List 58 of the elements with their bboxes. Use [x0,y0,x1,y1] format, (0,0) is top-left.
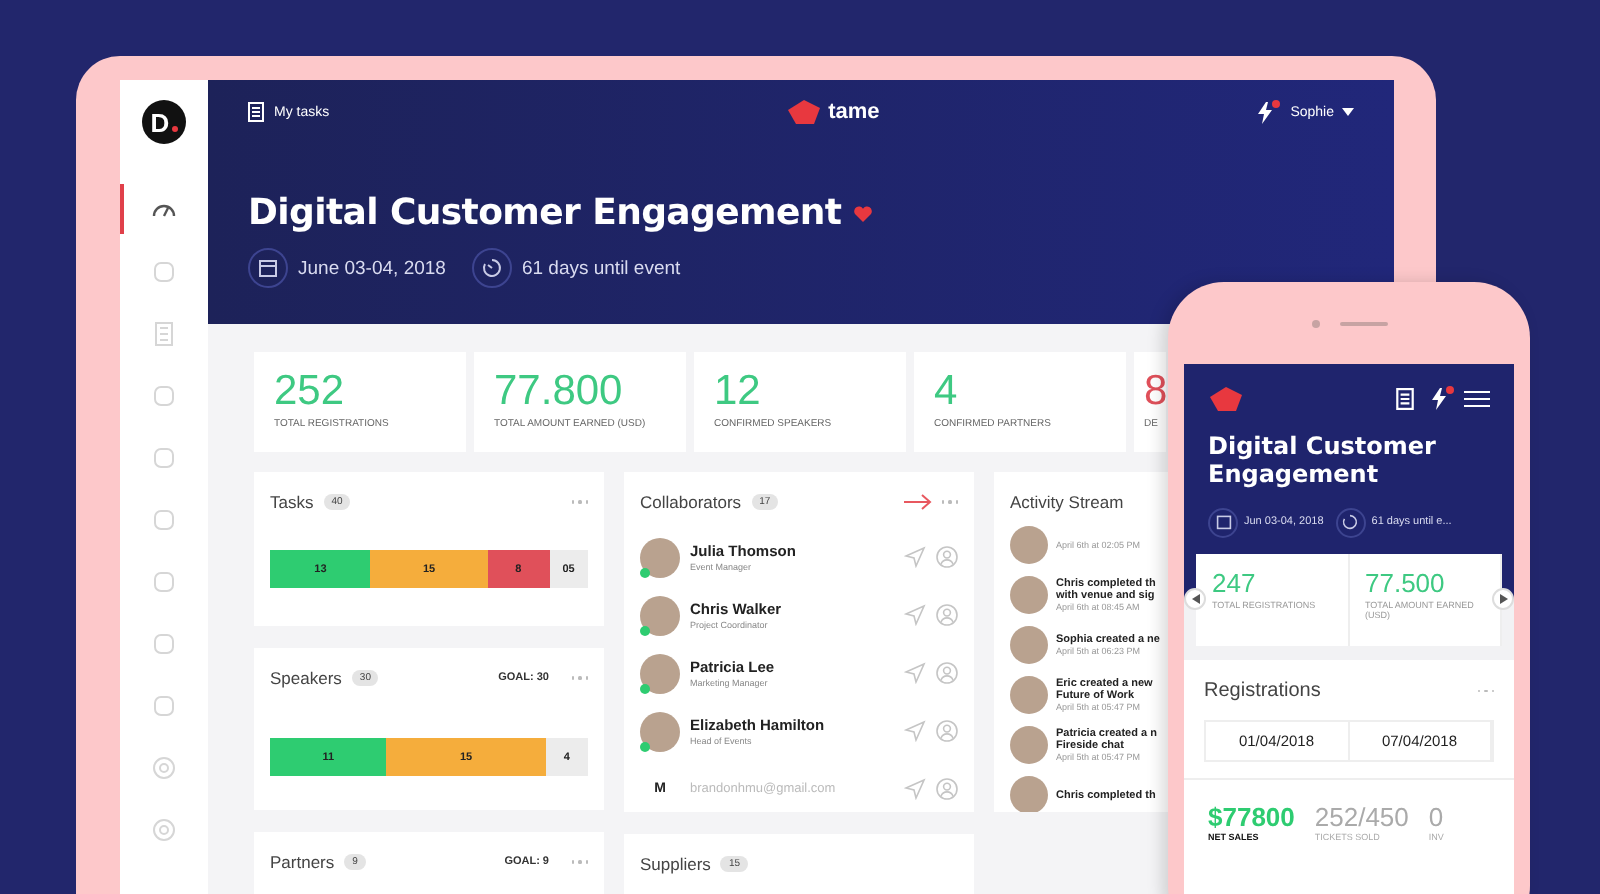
avatar [640,537,680,577]
brand-logo-icon [786,98,823,126]
panel-title: Speakers [270,668,342,688]
figure-value: 252/450 [1314,803,1409,830]
avatar [1010,776,1048,812]
stat-value: 8 [1144,370,1166,412]
logo-letter: D [150,109,170,135]
bolt-icon[interactable] [1430,387,1448,409]
event-title: Digital Customer Engagement [248,192,842,234]
send-icon[interactable] [904,546,926,568]
avatar [1010,676,1048,714]
person-icon[interactable] [936,546,958,568]
person-icon[interactable] [936,720,958,742]
panel-title: Suppliers [640,854,711,874]
previous-button[interactable] [1184,588,1206,611]
menu-icon[interactable] [1464,389,1490,407]
avatar [1010,626,1048,664]
brand-name: tame [828,100,880,124]
avatar [1010,726,1048,764]
figure-value: $77800 [1208,803,1295,830]
send-icon[interactable] [904,662,926,684]
stat-value: 77.500 [1365,569,1447,596]
bolt-icon[interactable] [1256,101,1275,123]
panel-title: Collaborators [640,492,742,512]
stat-value: 4 [934,370,960,412]
avatar [640,711,680,751]
panel-title: Tasks [270,492,314,512]
caret-icon [1341,108,1354,116]
timer-icon [471,248,512,288]
next-button[interactable] [1492,588,1514,611]
avatar [1010,526,1048,564]
avatar [1010,576,1048,614]
send-icon[interactable] [904,720,926,742]
heart-icon[interactable] [853,205,872,221]
calendar-icon [1208,507,1238,538]
stat-value: 77.800 [494,370,625,412]
panel-title: Activity Stream [1010,492,1124,512]
event-title: Digital Customer Engagement [1208,434,1438,490]
brand-logo-icon [1208,383,1244,413]
avatar [640,653,680,693]
panel-title: Partners [270,852,335,872]
section-title: Registrations [1204,680,1321,703]
stat-value: 252 [274,370,347,412]
figure-value: 0 [1428,803,1444,830]
stat-value: 247 [1212,569,1258,596]
calendar-icon [248,248,288,288]
send-icon[interactable] [904,778,926,800]
timer-icon [1335,507,1366,538]
event-date: June 03-04, 2018 [298,257,446,279]
send-icon[interactable] [904,604,926,626]
stat-value: 12 [714,370,763,412]
person-icon[interactable] [936,604,958,626]
person-icon[interactable] [936,778,958,800]
camera-icon [1311,319,1319,327]
arrow-right-icon[interactable] [903,494,931,510]
countdown-text: 61 days until event [521,257,681,279]
avatar [640,595,680,635]
person-icon[interactable] [936,662,958,684]
